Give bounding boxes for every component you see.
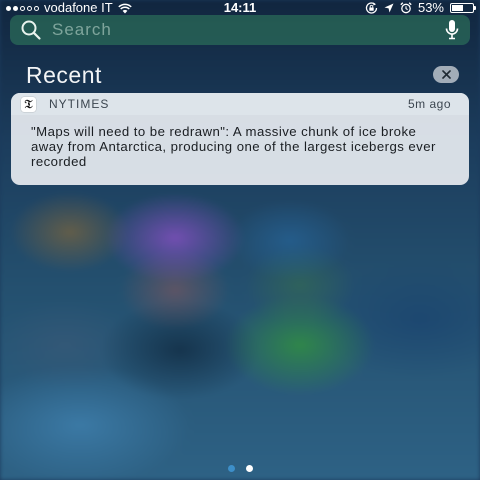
microphone-icon[interactable] <box>444 19 460 41</box>
battery-icon <box>450 3 476 13</box>
search-bar[interactable]: Search <box>10 15 470 45</box>
status-bar-right: 53% <box>365 0 476 16</box>
notification-app-name: NYTIMES <box>49 97 110 111</box>
clear-notifications-button[interactable] <box>433 66 459 83</box>
location-arrow-icon <box>384 3 394 13</box>
battery-percent: 53% <box>417 0 444 15</box>
alarm-clock-icon <box>400 2 412 14</box>
notification-message: "Maps will need to be redrawn": A massiv… <box>31 124 436 169</box>
notification-header: 𝔗 NYTIMES 5m ago <box>11 93 469 115</box>
close-icon <box>441 70 451 79</box>
status-bar: vodafone IT 14:11 53% <box>0 0 480 16</box>
rotation-lock-icon <box>365 2 378 14</box>
search-icon <box>21 20 41 40</box>
nytimes-logo-icon: 𝔗 <box>21 96 36 112</box>
recent-section-title: Recent <box>26 62 102 88</box>
page-indicator[interactable] <box>0 465 480 472</box>
notification-time: 5m ago <box>407 97 451 111</box>
page-dot-active[interactable] <box>245 465 253 472</box>
search-placeholder: Search <box>52 20 112 39</box>
battery-fill <box>452 5 463 11</box>
notification-card[interactable]: 𝔗 NYTIMES 5m ago "Maps will need to be r… <box>11 93 469 185</box>
page-dot-inactive[interactable] <box>227 465 235 472</box>
